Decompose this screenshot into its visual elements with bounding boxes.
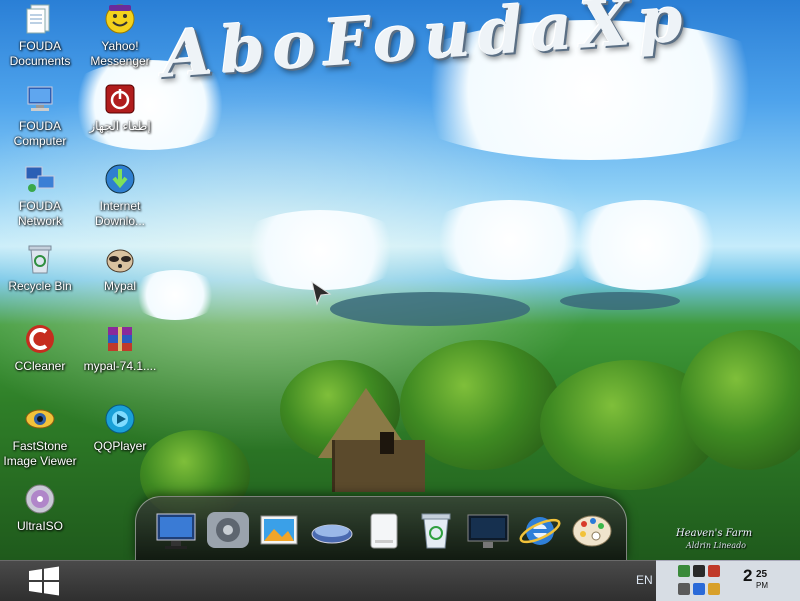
computer-icon	[23, 82, 57, 116]
desktop-icon-label: FOUDA Network	[17, 199, 62, 228]
wallpaper-island	[330, 292, 530, 326]
desktop-icon-label: FOUDA Computer	[13, 119, 67, 148]
power-off-icon	[103, 82, 137, 116]
dock-scanner[interactable]	[308, 507, 356, 553]
desktop-icon-label: CCleaner	[14, 359, 66, 373]
wallpaper-hut	[332, 440, 425, 492]
clock-minute[interactable]: 25	[756, 569, 767, 580]
start-button[interactable]	[24, 565, 64, 597]
clock-hour[interactable]: 2	[743, 566, 752, 586]
desktop-icon-ccleaner[interactable]: CCleaner	[0, 322, 80, 394]
ultraiso-disc-icon	[23, 482, 57, 516]
monitor-icon	[156, 513, 196, 549]
recycle-bin-icon	[23, 242, 57, 276]
dock-display[interactable]	[464, 507, 512, 553]
desktop-icon-faststone-image-viewer[interactable]: FastStone Image Viewer	[0, 402, 80, 474]
network-tray-icon[interactable]	[678, 565, 690, 577]
wallpaper-hut-door	[380, 432, 394, 454]
clock-ampm[interactable]: PM	[756, 581, 768, 590]
desktop-icon-label: UltraISO	[16, 519, 63, 533]
ccleaner-icon	[23, 322, 57, 356]
desktop-icon-label: Mypal	[103, 279, 136, 293]
wallpaper-cloud	[230, 210, 410, 290]
desktop-icon-label: إطفاء الجهاز	[89, 119, 151, 133]
desktop-icon-ultraiso[interactable]: UltraISO	[0, 482, 80, 554]
documents-icon	[23, 2, 57, 36]
tray-app-icon[interactable]	[693, 583, 705, 595]
internet-explorer-icon	[519, 517, 561, 545]
system-tray	[656, 560, 800, 601]
tray-app-icon[interactable]	[708, 565, 720, 577]
dock-recycle-bin[interactable]	[412, 507, 460, 553]
qqplayer-icon	[103, 402, 137, 436]
dock-photo-gallery[interactable]	[256, 507, 304, 553]
settings-gear-icon	[207, 512, 249, 548]
paint-palette-icon	[572, 515, 612, 547]
desktop-icon-label: QQPlayer	[93, 439, 147, 453]
photo-gallery-icon	[260, 515, 298, 545]
desktop-icon-mypal-archive[interactable]: mypal-74.1....	[80, 322, 160, 394]
mypal-raccoon-icon	[103, 242, 137, 276]
desktop-icon-internet-download-manager[interactable]: Internet Downlo...	[80, 162, 160, 234]
desktop-icon-mypal[interactable]: Mypal	[80, 242, 160, 314]
tray-app-icon[interactable]	[693, 565, 705, 577]
dock-paint[interactable]	[568, 507, 616, 553]
winrar-archive-icon	[103, 322, 137, 356]
desktop-icon-label: FastStone Image Viewer	[3, 439, 77, 468]
desktop[interactable]: AboFoudaXp Heaven's Farm Aldrin Lineado …	[0, 0, 800, 560]
desktop-icon-label: Recycle Bin	[8, 279, 72, 293]
windows-logo-icon	[29, 566, 59, 596]
display-icon	[467, 514, 509, 548]
dock-monitor[interactable]	[152, 507, 200, 553]
mouse-cursor-icon	[311, 280, 332, 306]
desktop-icon-power-off[interactable]: إطفاء الجهاز	[80, 82, 160, 154]
faststone-eye-icon	[23, 402, 57, 436]
desktop-icon-label: mypal-74.1....	[83, 359, 157, 373]
volume-tray-icon[interactable]	[678, 583, 690, 595]
desktop-icon-label: FOUDA Documents	[9, 39, 71, 68]
desktop-icon-label: Yahoo! Messenger	[90, 39, 150, 68]
yahoo-messenger-icon	[103, 2, 137, 36]
dock-settings[interactable]	[204, 507, 252, 553]
desktop-icon-qqplayer[interactable]: QQPlayer	[80, 402, 160, 474]
desktop-icon-fouda-computer[interactable]: FOUDA Computer	[0, 82, 80, 154]
wallpaper-island	[560, 292, 680, 310]
desktop-icon-yahoo-messenger[interactable]: Yahoo! Messenger	[80, 2, 160, 74]
desktop-icon-recycle-bin[interactable]: Recycle Bin	[0, 242, 80, 314]
wallpaper-signature: Heaven's Farm	[676, 528, 753, 539]
desktop-icon-fouda-network[interactable]: FOUDA Network	[0, 162, 80, 234]
drive-icon	[370, 513, 398, 549]
desktop-icon-fouda-documents[interactable]: FOUDA Documents	[0, 2, 80, 74]
dock-bar	[135, 496, 627, 560]
scanner-icon	[311, 524, 353, 544]
desktop-icon-label: Internet Downlo...	[94, 199, 146, 228]
network-icon	[23, 162, 57, 196]
tray-app-icon[interactable]	[708, 583, 720, 595]
internet-download-manager-icon	[103, 162, 137, 196]
language-indicator[interactable]: EN	[636, 573, 653, 587]
wallpaper-cloud	[560, 200, 730, 290]
recycle-bin-icon	[421, 513, 451, 549]
dock-internet-explorer[interactable]	[516, 507, 564, 553]
wallpaper-signature-author: Aldrin Lineado	[686, 541, 746, 550]
dock-drive[interactable]	[360, 507, 408, 553]
